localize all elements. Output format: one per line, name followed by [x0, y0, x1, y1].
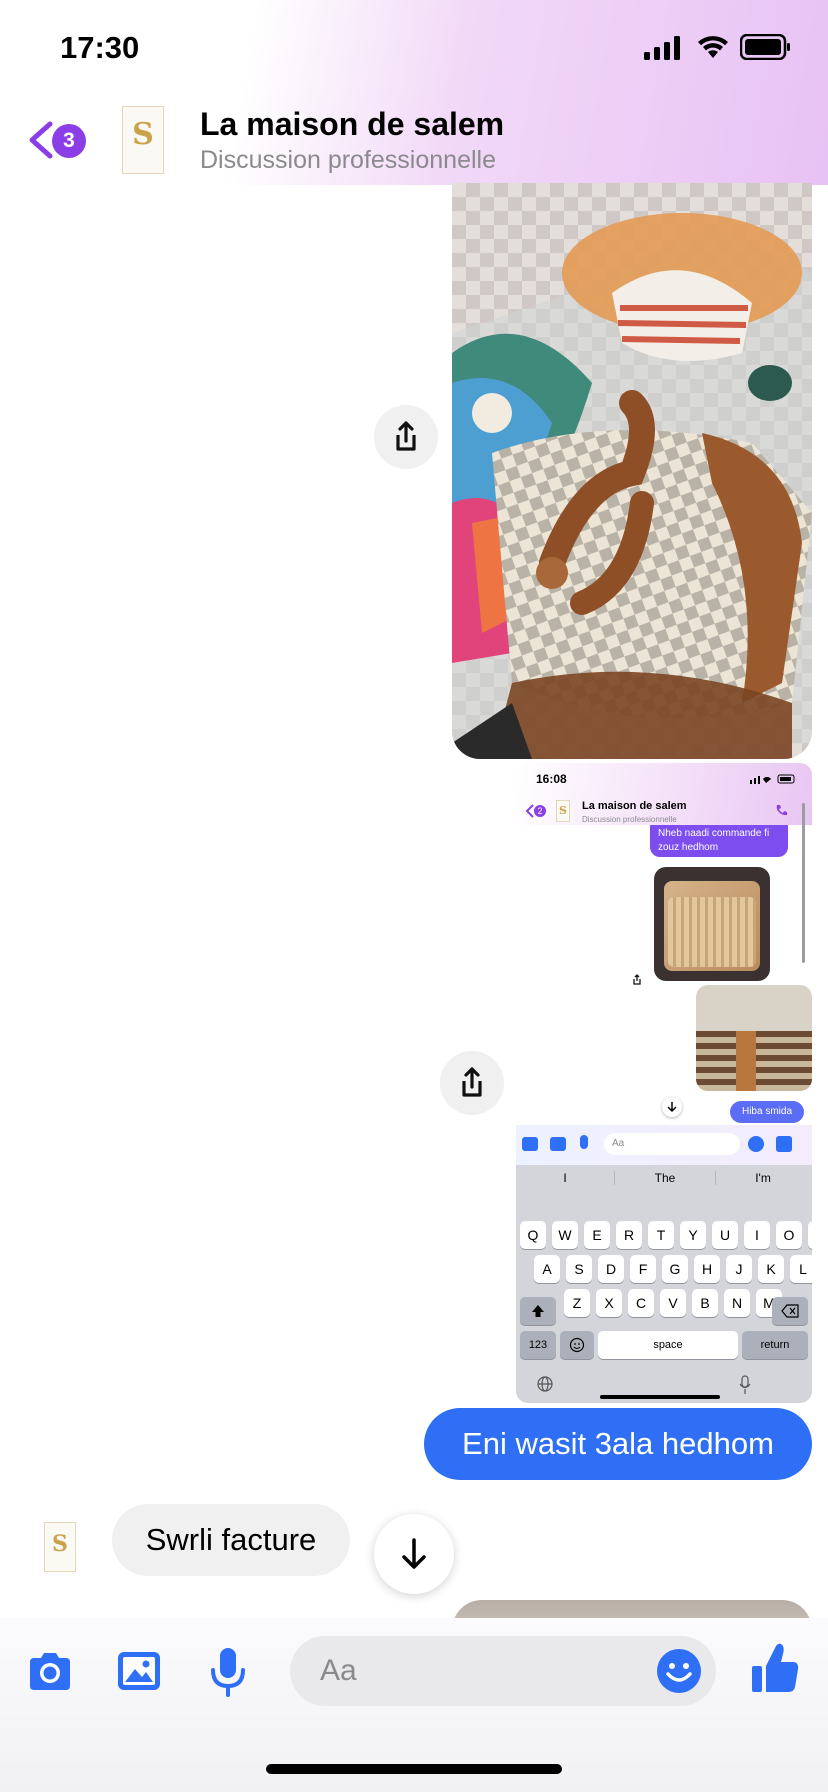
bag-photo	[452, 183, 812, 759]
contact-avatar[interactable]: S	[122, 106, 164, 174]
key-s: S	[566, 1255, 592, 1283]
key-j: J	[726, 1255, 752, 1283]
mini-subtitle: Discussion professionnelle	[582, 815, 677, 824]
outgoing-message[interactable]: Eni wasit 3ala hedhom	[424, 1408, 812, 1480]
suggestion: I	[563, 1171, 567, 1185]
message-input[interactable]	[290, 1636, 716, 1706]
key-h: H	[694, 1255, 720, 1283]
key-123: 123	[520, 1331, 556, 1359]
thumbs-up-icon[interactable]	[750, 1642, 800, 1694]
key-space: space	[598, 1331, 738, 1359]
key-c: C	[628, 1289, 654, 1317]
share-button[interactable]	[440, 1051, 504, 1115]
suggestion: I'm	[755, 1171, 771, 1185]
shift-key	[520, 1297, 556, 1325]
mini-share-icon	[633, 974, 641, 985]
mini-scroll-down	[662, 1097, 682, 1117]
key-f: F	[630, 1255, 656, 1283]
contact-subtitle: Discussion professionnelle	[200, 146, 496, 174]
key-y: Y	[680, 1221, 706, 1249]
mini-input: Aa	[604, 1133, 740, 1155]
share-icon	[462, 1067, 482, 1097]
delete-key	[772, 1297, 808, 1325]
mini-scrollbar	[802, 803, 805, 963]
key-l: L	[790, 1255, 812, 1283]
suggestion: The	[614, 1171, 716, 1185]
battery-icon	[740, 34, 790, 60]
mini-message-2: Hiba smida	[730, 1101, 804, 1123]
key-a: A	[534, 1255, 560, 1283]
key-o: O	[776, 1221, 802, 1249]
mini-message-1: Nheb naadi commande fi zouz hedhom	[650, 825, 788, 857]
scroll-to-bottom-button[interactable]	[374, 1514, 454, 1594]
mini-photo-2	[696, 985, 812, 1091]
key-p: P	[808, 1221, 812, 1249]
unread-badge[interactable]: 3	[52, 124, 86, 158]
gallery-icon[interactable]	[116, 1650, 162, 1692]
signal-icon	[644, 36, 680, 60]
key-return: return	[742, 1331, 808, 1359]
home-indicator	[266, 1764, 562, 1774]
key-v: V	[660, 1289, 686, 1317]
share-icon	[396, 421, 416, 451]
globe-icon	[537, 1376, 553, 1392]
key-e: E	[584, 1221, 610, 1249]
key-g: G	[662, 1255, 688, 1283]
screenshot-message[interactable]: 16:08 2 S La maison de salem Discussion …	[516, 763, 812, 1403]
key-i: I	[744, 1221, 770, 1249]
key-q: Q	[520, 1221, 546, 1249]
status-time: 17:30	[60, 30, 140, 65]
mini-avatar: S	[556, 800, 570, 822]
emoji-key	[560, 1331, 594, 1359]
mini-status-icons	[750, 774, 795, 784]
mini-contact-name: La maison de salem	[582, 800, 687, 812]
emoji-icon	[569, 1337, 585, 1353]
camera-icon[interactable]	[26, 1652, 74, 1692]
arrow-down-icon	[402, 1538, 426, 1569]
contact-name[interactable]: La maison de salem	[200, 106, 504, 143]
emoji-icon[interactable]	[656, 1648, 702, 1694]
mini-composer: Aa	[516, 1125, 812, 1165]
incoming-message[interactable]: Swrli facture	[112, 1504, 350, 1576]
mini-keyboard: I The I'm QWERTYUIOPASDFGHJKLZXCVBNM 123…	[516, 1165, 812, 1403]
mini-photo-1	[654, 867, 770, 981]
key-x: X	[596, 1289, 622, 1317]
wifi-icon	[698, 36, 728, 58]
photo-message-bags[interactable]	[452, 183, 812, 759]
key-z: Z	[564, 1289, 590, 1317]
mini-phone-icon	[776, 805, 787, 816]
contact-avatar-small[interactable]: S	[44, 1522, 76, 1572]
shift-icon	[532, 1305, 544, 1317]
share-button[interactable]	[374, 405, 438, 469]
key-n: N	[724, 1289, 750, 1317]
key-u: U	[712, 1221, 738, 1249]
key-w: W	[552, 1221, 578, 1249]
dictation-icon	[739, 1375, 751, 1394]
key-k: K	[758, 1255, 784, 1283]
microphone-icon[interactable]	[208, 1646, 248, 1698]
backspace-icon	[781, 1304, 799, 1318]
mini-back-badge: 2	[534, 805, 546, 817]
key-r: R	[616, 1221, 642, 1249]
key-t: T	[648, 1221, 674, 1249]
mini-time: 16:08	[536, 772, 567, 786]
mini-home-indicator	[600, 1395, 720, 1399]
key-d: D	[598, 1255, 624, 1283]
key-b: B	[692, 1289, 718, 1317]
